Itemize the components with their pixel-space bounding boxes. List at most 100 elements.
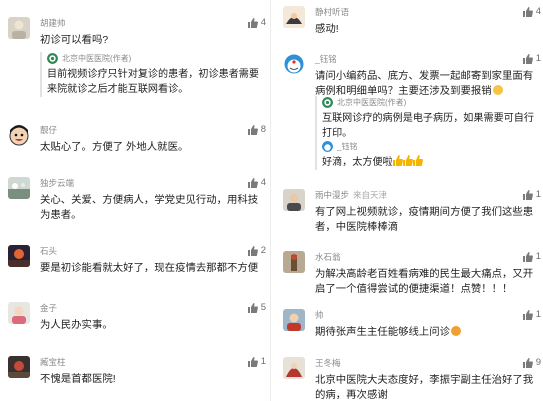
comment-text: 期待张声生主任能够线上问诊	[315, 325, 535, 340]
like-count: 9	[535, 357, 541, 368]
commenter-name-text: 雨中漫步	[315, 190, 350, 200]
like-button[interactable]: 1	[247, 356, 266, 367]
avatar[interactable]	[8, 356, 30, 378]
comment-text: 要是初诊能看就太好了，现在疫情去那都不方便	[40, 263, 259, 274]
avatar[interactable]	[283, 53, 305, 75]
commenter-location: 来自天津	[353, 190, 388, 200]
like-count: 1	[535, 53, 541, 64]
comment-text: 太贴心了。方便了 外地人就医。	[40, 142, 189, 153]
like-button[interactable]: 4	[247, 177, 266, 188]
commenter-name: 金子	[40, 303, 58, 313]
author-reply: 北京中医医院(作者) 目前视频诊疗只针对复诊的患者，初诊患者需要来院就诊之后才能…	[40, 52, 265, 97]
comment-item: 靓仔 8 太贴心了。方便了 外地人就医。	[0, 124, 268, 164]
like-button[interactable]: 1	[522, 251, 541, 262]
thumbs-up-icon	[247, 245, 258, 256]
comment-text: 不愧是首都医院!	[40, 374, 116, 385]
thumbs-up-emoji-icon	[402, 155, 413, 166]
commenter-name: _钰铭	[315, 54, 337, 64]
like-button[interactable]: 1	[522, 189, 541, 200]
avatar[interactable]	[8, 17, 30, 39]
thumbs-up-icon	[522, 357, 533, 368]
like-button[interactable]: 4	[247, 17, 266, 28]
like-count: 1	[535, 309, 541, 320]
comment-text: 初诊可以看吗?	[40, 35, 109, 46]
commenter-name: 胡建帅	[40, 18, 66, 28]
like-count: 2	[260, 245, 266, 256]
commenter-name: 水石翁	[315, 252, 341, 262]
comment-item: 独步云端 4 关心、关爱、方便病人，学党史见行动，用科技为患者。	[0, 177, 268, 232]
comment-item: 王冬梅 9 北京中医院大夫态度好，李振宇副主任治好了我的病，再次感谢	[275, 357, 543, 401]
comment-item: 臧宝柱 1 不愧是首都医院!	[0, 356, 268, 396]
avatar[interactable]	[8, 245, 30, 267]
avatar[interactable]	[283, 251, 305, 273]
hospital-logo-icon	[322, 96, 333, 108]
reply-text: 目前视频诊疗只针对复诊的患者，初诊患者需要来院就诊之后才能互联网看诊。	[47, 69, 259, 95]
comment-item: 水石翁 1 为解决高龄老百姓看病难的民生最大痛点，又开启了一个值得尝试的便捷渠道…	[275, 251, 543, 306]
like-count: 1	[260, 356, 266, 367]
commenter-name: 帅	[315, 310, 324, 320]
comment-text: 为人民办实事。	[40, 320, 113, 331]
like-button[interactable]: 2	[247, 245, 266, 256]
avatar[interactable]	[8, 177, 30, 199]
thumbs-up-emoji-icon	[412, 155, 423, 166]
comment-text: 有了网上视频就诊，疫情期间方便了我们这些患者，中医院棒棒滴	[315, 207, 534, 233]
thumbs-up-icon	[522, 251, 533, 262]
comment-text: 北京中医院大夫态度好，李振宇副主任治好了我的病，再次感谢	[315, 375, 534, 401]
avatar	[322, 140, 333, 152]
avatar[interactable]	[283, 309, 305, 331]
comment-item: 石头 2 要是初诊能看就太好了，现在疫情去那都不方便	[0, 245, 268, 285]
comment-item: 雨中漫步 来自天津 1 有了网上视频就诊，疫情期间方便了我们这些患者，中医院棒棒滴	[275, 189, 543, 244]
reply-author-name: 北京中医医院(作者)	[337, 97, 407, 107]
like-button[interactable]: 1	[522, 53, 541, 64]
like-button[interactable]: 1	[522, 309, 541, 320]
comment-item: 胡建帅 4 初诊可以看吗? 北京中医医院(作者) 目前视频诊疗只针对复诊的患者，…	[0, 17, 268, 107]
thumbs-up-icon	[247, 302, 258, 313]
avatar[interactable]	[283, 357, 305, 379]
commenter-name: 靓仔	[40, 125, 58, 135]
hospital-logo-icon	[47, 52, 58, 64]
like-button[interactable]: 9	[522, 357, 541, 368]
reply-author-name: _钰铭	[337, 141, 358, 151]
thumbs-up-icon	[247, 356, 258, 367]
thumbs-up-icon	[247, 17, 258, 28]
avatar[interactable]	[283, 6, 305, 28]
commenter-name: 王冬梅	[315, 358, 341, 368]
thumbs-up-icon	[522, 53, 533, 64]
smiling-emoji-icon	[451, 326, 462, 336]
thumbs-up-icon	[522, 309, 533, 320]
comment-item: 静村听语 4 感动!	[275, 6, 543, 36]
comment-item: 帅 1 期待张声生主任能够线上问诊	[275, 309, 543, 349]
like-count: 1	[535, 251, 541, 262]
right-comment-column: 静村听语 4 感动! _钰铭 1 请问小编药品、底方、发票一起邮寄到家里面有病例…	[275, 0, 543, 401]
author-reply: 北京中医医院(作者) 互联网诊疗的病例是电子病历，如果需要可自行打印。	[315, 96, 540, 141]
comment-item: 金子 5 为人民办实事。	[0, 302, 268, 342]
like-button[interactable]: 8	[247, 124, 266, 135]
commenter-name: 臧宝柱	[40, 357, 66, 367]
comment-item: _钰铭 1 请问小编药品、底方、发票一起邮寄到家里面有病例和明细单吗？主要还涉及…	[275, 53, 543, 173]
like-count: 1	[535, 189, 541, 200]
comment-text: 关心、关爱、方便病人，学党史见行动，用科技为患者。	[40, 195, 259, 221]
thumbs-up-icon	[522, 189, 533, 200]
column-divider	[270, 0, 271, 401]
thumbs-up-emoji-icon	[392, 155, 403, 166]
comment-text: 感动!	[315, 24, 339, 35]
comment-text: 为解决高龄老百姓看病难的民生最大痛点，又开启了一个值得尝试的便捷渠道！点赞！！！	[315, 269, 534, 295]
like-count: 5	[260, 302, 266, 313]
like-count: 4	[260, 177, 266, 188]
commenter-name: 石头	[40, 246, 58, 256]
thumbs-up-icon	[522, 6, 533, 17]
commenter-name: 独步云端	[40, 178, 75, 188]
commenter-name: 静村听语	[315, 7, 350, 17]
like-button[interactable]: 4	[522, 6, 541, 17]
commenter-name: 雨中漫步 来自天津	[315, 189, 387, 201]
like-button[interactable]: 5	[247, 302, 266, 313]
reply-text: 好滴，太方便啦	[322, 157, 393, 168]
avatar[interactable]	[283, 189, 305, 211]
like-count: 8	[260, 124, 266, 135]
avatar[interactable]	[8, 124, 30, 146]
reply-author-name: 北京中医医院(作者)	[62, 53, 132, 63]
user-reply: _钰铭 好滴，太方便啦	[315, 140, 540, 170]
reply-text-row: 好滴，太方便啦	[322, 155, 540, 170]
avatar[interactable]	[8, 302, 30, 324]
like-count: 4	[535, 6, 541, 17]
